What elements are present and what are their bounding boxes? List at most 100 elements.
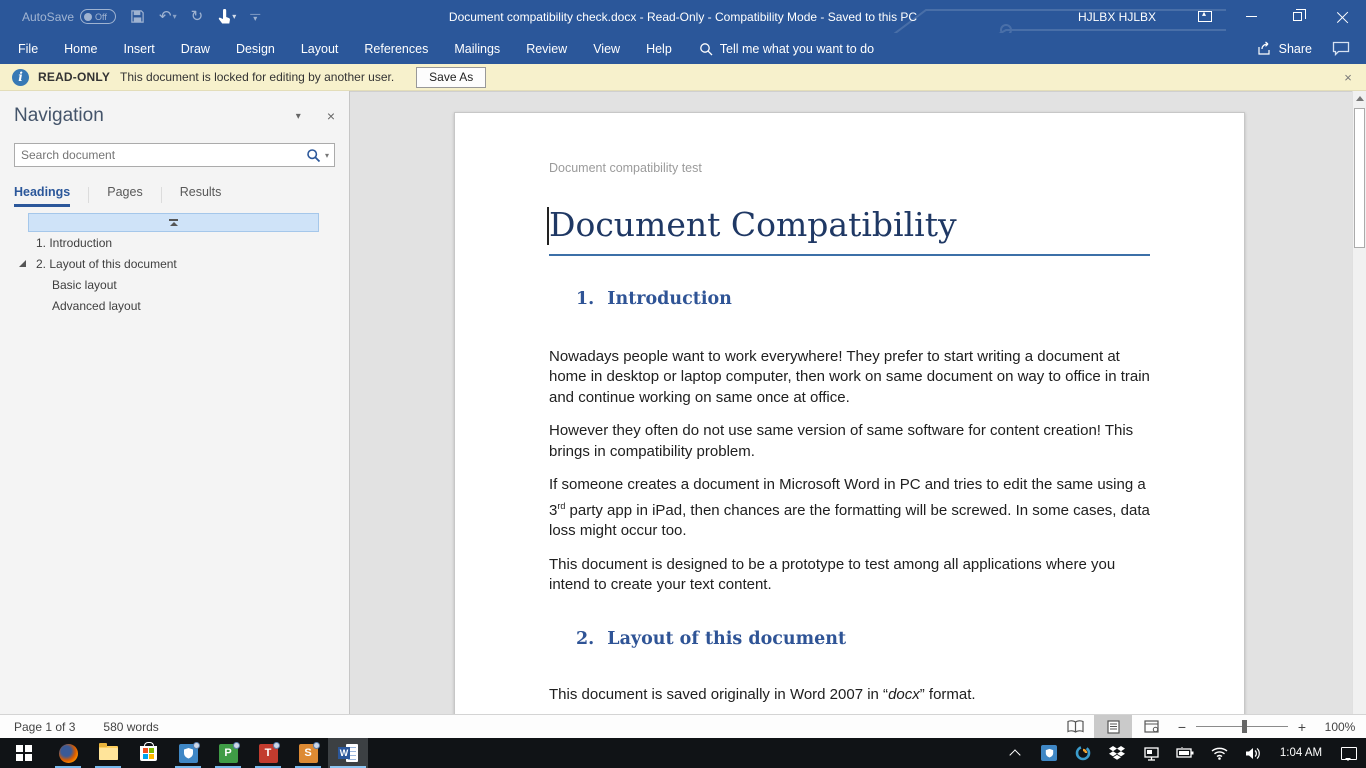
paragraph-2: However they often do not use same versi… bbox=[549, 421, 1150, 462]
vertical-scrollbar[interactable] bbox=[1352, 91, 1366, 714]
taskbar-file-explorer[interactable] bbox=[88, 738, 128, 768]
ribbon-display-options-button[interactable] bbox=[1182, 0, 1228, 33]
readonly-badge: READ-ONLY bbox=[38, 70, 110, 84]
ribbon-display-options-icon bbox=[1198, 11, 1212, 22]
zoom-slider[interactable] bbox=[1196, 726, 1288, 728]
tab-references[interactable]: References bbox=[351, 33, 441, 64]
action-center-icon bbox=[1341, 747, 1357, 760]
zoom-level[interactable]: 100% bbox=[1314, 720, 1366, 734]
zoom-slider-handle[interactable] bbox=[1242, 720, 1247, 733]
battery-icon bbox=[1176, 747, 1194, 759]
clock[interactable]: 1:04 AM bbox=[1270, 747, 1332, 759]
scrollbar-up-arrow-icon[interactable] bbox=[1353, 91, 1366, 106]
pane-close-icon[interactable]: × bbox=[327, 108, 335, 124]
windows-logo-icon bbox=[16, 745, 32, 761]
tray-expand-button[interactable] bbox=[998, 738, 1032, 768]
save-icon[interactable] bbox=[130, 9, 145, 24]
zoom-in-button[interactable]: + bbox=[1290, 719, 1314, 735]
tab-file[interactable]: File bbox=[0, 33, 51, 64]
taskbar-word[interactable]: W bbox=[328, 738, 368, 768]
restore-button[interactable] bbox=[1274, 0, 1320, 33]
touch-mode-dropdown-icon[interactable]: ▾ bbox=[232, 13, 236, 21]
tray-battery[interactable] bbox=[1168, 738, 1202, 768]
tab-review[interactable]: Review bbox=[513, 33, 580, 64]
web-layout-button[interactable] bbox=[1132, 715, 1170, 739]
search-dropdown-icon[interactable]: ▾ bbox=[325, 151, 329, 160]
tab-help[interactable]: Help bbox=[633, 33, 685, 64]
tray-volume[interactable] bbox=[1236, 738, 1270, 768]
autosave-toggle[interactable]: AutoSave Off bbox=[22, 9, 116, 24]
tab-home[interactable]: Home bbox=[51, 33, 110, 64]
heading-item-layout[interactable]: 2. Layout of this document bbox=[0, 253, 349, 274]
windows-taskbar: P T S W 1:04 AM bbox=[0, 738, 1366, 768]
selected-heading-row[interactable] bbox=[28, 213, 319, 232]
document-canvas[interactable]: Document compatibility test Document Com… bbox=[350, 91, 1352, 714]
navigation-tabs: Headings Pages Results bbox=[14, 183, 349, 207]
display-lock-icon bbox=[1143, 746, 1160, 761]
firefox-icon bbox=[59, 744, 78, 763]
search-input[interactable] bbox=[15, 148, 306, 162]
taskbar-firefox[interactable] bbox=[48, 738, 88, 768]
tray-remote-display[interactable] bbox=[1134, 738, 1168, 768]
account-name[interactable]: HJLBX HJLBX bbox=[1078, 10, 1156, 24]
zoom-out-button[interactable]: − bbox=[1170, 719, 1194, 735]
taskbar-t-app[interactable]: T bbox=[248, 738, 288, 768]
action-center-button[interactable] bbox=[1332, 738, 1366, 768]
tab-view[interactable]: View bbox=[580, 33, 633, 64]
tell-me-box[interactable]: Tell me what you want to do bbox=[699, 42, 874, 56]
document-page[interactable]: Document compatibility test Document Com… bbox=[454, 112, 1245, 714]
tab-mailings[interactable]: Mailings bbox=[441, 33, 513, 64]
headings-list: 1. Introduction 2. Layout of this docume… bbox=[0, 213, 349, 316]
banner-close-icon[interactable]: × bbox=[1339, 70, 1357, 85]
redo-icon[interactable]: ↻ bbox=[191, 9, 204, 24]
tab-insert[interactable]: Insert bbox=[111, 33, 168, 64]
wifi-icon bbox=[1211, 747, 1228, 760]
word-count[interactable]: 580 words bbox=[103, 720, 158, 734]
tray-shield[interactable] bbox=[1032, 738, 1066, 768]
minimize-button[interactable] bbox=[1228, 0, 1274, 33]
tab-layout[interactable]: Layout bbox=[288, 33, 352, 64]
heading-1: 1.Introduction bbox=[549, 289, 1150, 309]
share-button[interactable]: Share bbox=[1257, 41, 1312, 56]
save-as-button[interactable]: Save As bbox=[416, 67, 486, 88]
sync-icon bbox=[1075, 745, 1091, 761]
read-mode-button[interactable] bbox=[1056, 715, 1094, 739]
customize-qat-icon[interactable]: —▾ bbox=[250, 12, 260, 21]
word-icon: W bbox=[338, 744, 358, 762]
tray-dropbox[interactable] bbox=[1100, 738, 1134, 768]
readonly-banner: i READ-ONLY This document is locked for … bbox=[0, 64, 1366, 91]
s-app-icon: S bbox=[299, 744, 318, 763]
taskbar-store[interactable] bbox=[128, 738, 168, 768]
chevron-up-icon bbox=[1009, 749, 1020, 760]
comments-icon[interactable] bbox=[1332, 41, 1350, 56]
taskbar-shield-app[interactable] bbox=[168, 738, 208, 768]
collapse-triangle-icon[interactable] bbox=[19, 260, 26, 267]
tab-headings[interactable]: Headings bbox=[14, 185, 70, 207]
tab-design[interactable]: Design bbox=[223, 33, 288, 64]
tray-sync[interactable] bbox=[1066, 738, 1100, 768]
paragraph-4: This document is designed to be a protot… bbox=[549, 555, 1150, 596]
text-cursor bbox=[547, 207, 549, 245]
search-magnifier-icon[interactable] bbox=[306, 148, 321, 163]
pane-options-chevron-icon[interactable]: ▾ bbox=[296, 111, 301, 122]
taskbar-p-app[interactable]: P bbox=[208, 738, 248, 768]
page-indicator[interactable]: Page 1 of 3 bbox=[14, 720, 75, 734]
heading-item-basic-layout[interactable]: Basic layout bbox=[0, 274, 349, 295]
heading-item-introduction[interactable]: 1. Introduction bbox=[0, 232, 349, 253]
tray-wifi[interactable] bbox=[1202, 738, 1236, 768]
autosave-state: Off bbox=[95, 12, 107, 22]
paragraph-3: If someone creates a document in Microso… bbox=[549, 475, 1150, 542]
undo-icon[interactable]: ↶▾ bbox=[159, 9, 177, 24]
tab-pages[interactable]: Pages bbox=[107, 185, 142, 207]
navigation-pane: Navigation ▾ × ▾ Headings Pages Results bbox=[0, 91, 350, 714]
heading-item-advanced-layout[interactable]: Advanced layout bbox=[0, 295, 349, 316]
tab-draw[interactable]: Draw bbox=[168, 33, 223, 64]
undo-dropdown-icon[interactable]: ▾ bbox=[173, 13, 177, 21]
taskbar-s-app[interactable]: S bbox=[288, 738, 328, 768]
start-button[interactable] bbox=[0, 738, 48, 768]
print-layout-button[interactable] bbox=[1094, 715, 1132, 739]
tab-results[interactable]: Results bbox=[180, 185, 222, 207]
touch-mouse-mode-icon[interactable]: ▾ bbox=[217, 9, 236, 25]
scrollbar-thumb[interactable] bbox=[1354, 108, 1365, 248]
close-button[interactable] bbox=[1320, 0, 1366, 33]
